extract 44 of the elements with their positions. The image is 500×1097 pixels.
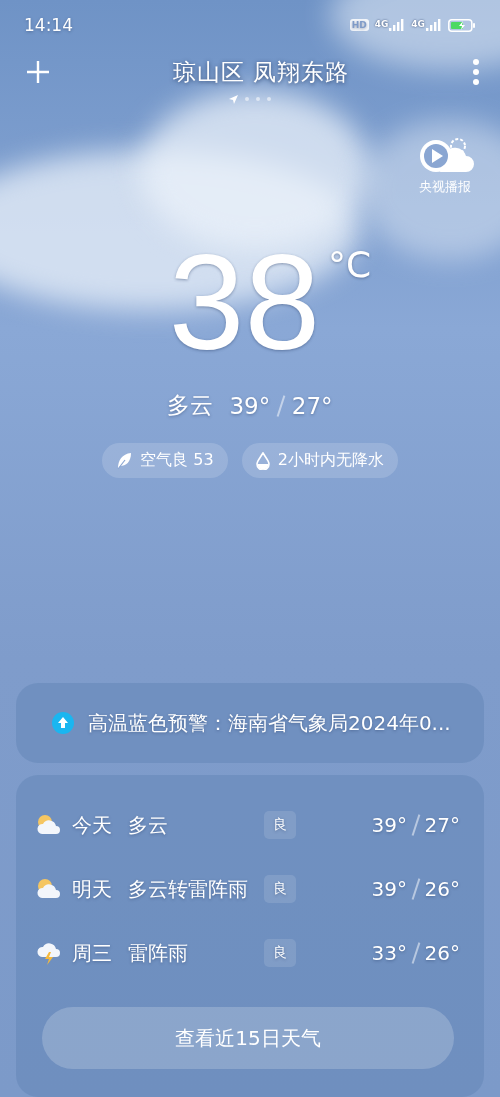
partly-cloudy-icon <box>36 814 62 836</box>
forecast-low: 26° <box>424 877 460 901</box>
more-options-icon[interactable] <box>472 59 480 85</box>
broadcast-button[interactable]: 央视播报 <box>416 134 474 196</box>
location-arrow-icon[interactable] <box>229 94 238 104</box>
battery-charging-icon <box>448 18 476 32</box>
forecast-condition: 多云 <box>128 811 169 839</box>
forecast-high: 33° <box>371 941 408 965</box>
network-type: 4G <box>411 19 425 29</box>
forecast-day: 今天 <box>72 811 128 839</box>
forecast-condition: 多云转雷阵雨 <box>128 875 249 903</box>
water-drop-icon <box>255 451 270 470</box>
air-quality-tag: 良 <box>264 811 296 839</box>
precipitation-chip[interactable]: 2小时内无降水 <box>241 443 398 478</box>
forecast-condition: 雷阵雨 <box>128 939 189 967</box>
weather-condition: 多云 <box>167 391 214 420</box>
air-quality-tag: 良 <box>264 939 296 967</box>
forecast-high: 39° <box>371 813 408 837</box>
fifteen-day-forecast-button[interactable]: 查看近15日天气 <box>42 1007 454 1069</box>
add-icon[interactable] <box>26 60 50 84</box>
air-quality-chip[interactable]: 空气良 53 <box>102 443 228 478</box>
weather-alert-card[interactable]: 高温蓝色预警：海南省气象局2024年0... <box>16 683 484 763</box>
signal-icon <box>426 19 442 31</box>
air-quality-tag: 良 <box>264 875 296 903</box>
status-time: 14:14 <box>24 15 73 35</box>
forecast-day: 明天 <box>72 875 128 903</box>
network-type: 4G <box>374 19 389 29</box>
leaf-icon <box>116 451 133 470</box>
temperature-unit: °C <box>328 244 372 287</box>
forecast-high: 39° <box>371 877 408 901</box>
partly-cloudy-icon <box>36 878 62 900</box>
alert-text: 高温蓝色预警：海南省气象局2024年0... <box>88 709 451 737</box>
page-dot[interactable] <box>267 97 271 101</box>
forecast-low: 27° <box>424 813 460 837</box>
thunderstorm-icon <box>36 941 62 965</box>
low-temperature: 27° <box>291 392 333 419</box>
forecast-day: 周三 <box>72 939 128 967</box>
location-title: 琼山区 凤翔东路 <box>172 57 350 87</box>
signal-icon <box>389 19 406 31</box>
page-dot[interactable] <box>245 97 249 101</box>
current-temperature: 38 <box>168 234 321 370</box>
page-dot[interactable] <box>256 97 260 101</box>
forecast-low: 26° <box>424 941 460 965</box>
high-temperature: 39° <box>229 392 271 419</box>
